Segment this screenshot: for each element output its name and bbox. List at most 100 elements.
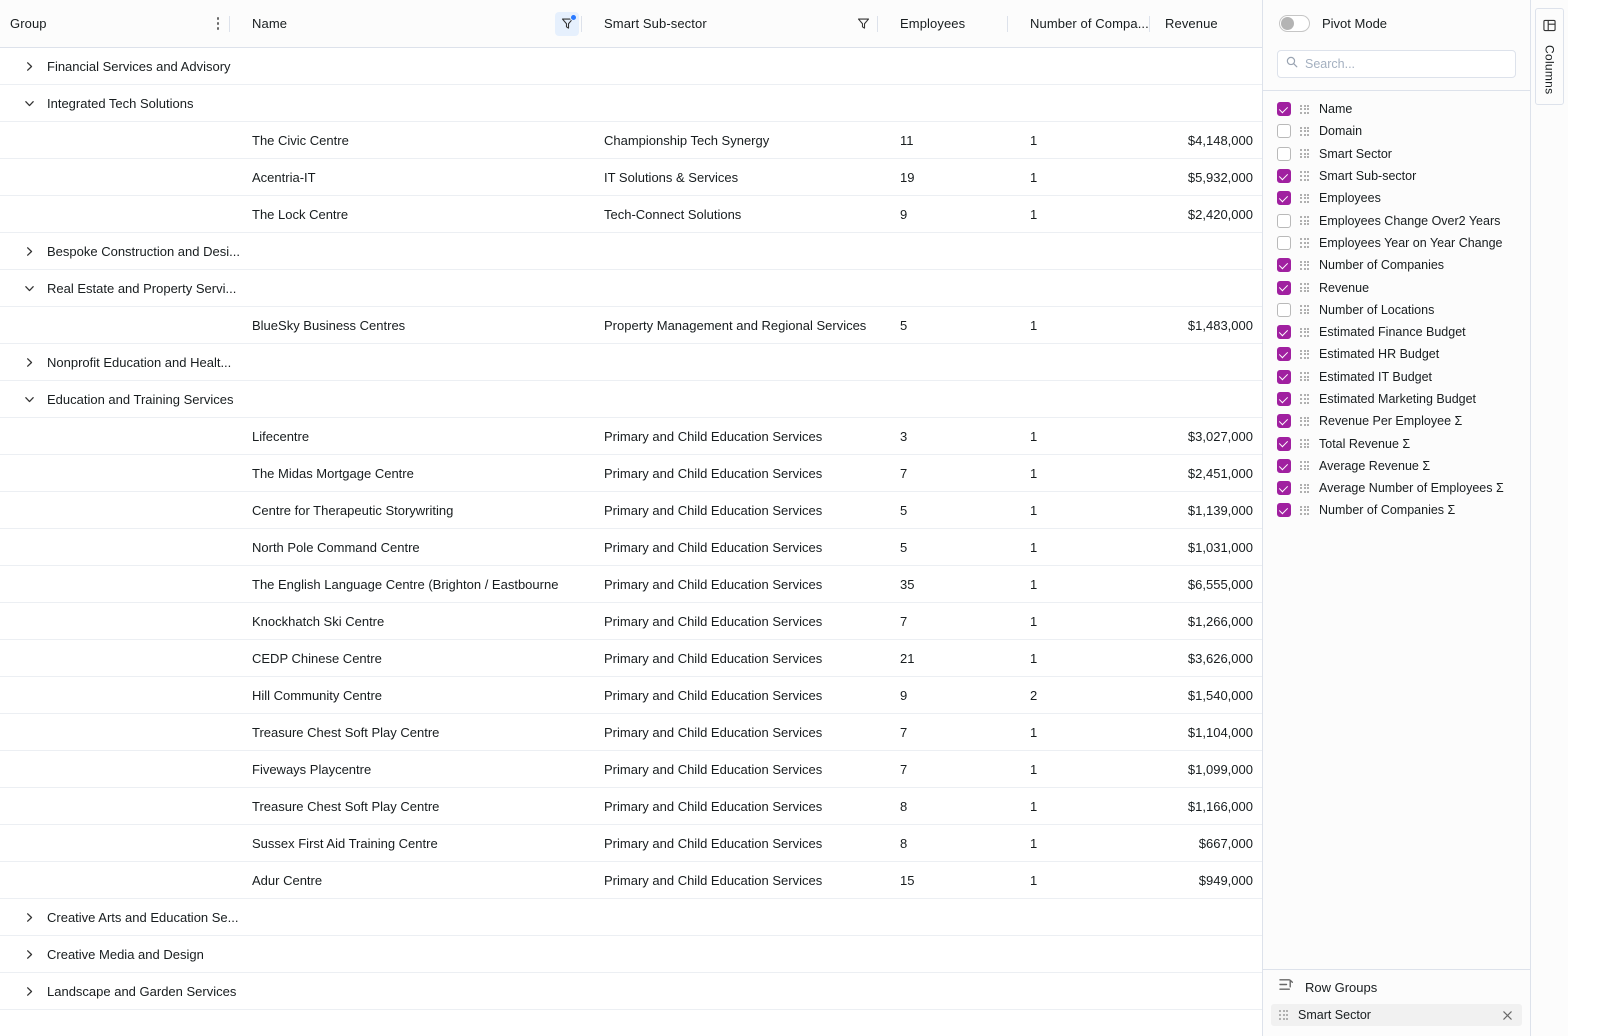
cell-revenue[interactable]: $2,420,000: [1155, 207, 1262, 222]
column-visibility-checkbox[interactable]: [1277, 213, 1291, 228]
column-visibility-checkbox[interactable]: [1277, 458, 1291, 473]
cell-name[interactable]: Adur Centre: [242, 873, 594, 888]
group-row[interactable]: Real Estate and Property Servi...: [0, 270, 1262, 307]
cell-employees[interactable]: 3: [890, 429, 1020, 444]
cell-name[interactable]: BlueSky Business Centres: [242, 318, 594, 333]
column-toggle-item[interactable]: Estimated Finance Budget: [1263, 321, 1530, 343]
group-row[interactable]: Integrated Tech Solutions: [0, 85, 1262, 122]
cell-companies[interactable]: 1: [1020, 133, 1155, 148]
drag-handle-icon[interactable]: [1300, 282, 1310, 293]
table-row[interactable]: Sussex First Aid Training Centre Primary …: [0, 825, 1262, 862]
column-toggle-item[interactable]: Employees Change Over2 Years: [1263, 209, 1530, 231]
cell-name[interactable]: Acentria-IT: [242, 170, 594, 185]
table-row[interactable]: The English Language Centre (Brighton / …: [0, 566, 1262, 603]
column-toggle-item[interactable]: Total Revenue Σ: [1263, 432, 1530, 454]
column-visibility-checkbox[interactable]: [1277, 503, 1291, 518]
column-visibility-checkbox[interactable]: [1277, 191, 1291, 206]
column-toggle-item[interactable]: Estimated HR Budget: [1263, 343, 1530, 365]
cell-employees[interactable]: 7: [890, 725, 1020, 740]
table-row[interactable]: The Midas Mortgage Centre Primary and Chi…: [0, 455, 1262, 492]
pivot-mode-toggle[interactable]: [1279, 14, 1310, 32]
column-visibility-checkbox[interactable]: [1277, 436, 1291, 451]
cell-subsector[interactable]: Primary and Child Education Services: [594, 503, 890, 518]
chevron-down-icon[interactable]: [21, 280, 37, 296]
column-visibility-checkbox[interactable]: [1277, 369, 1291, 384]
grid-body[interactable]: Financial Services and Advisory Integrate…: [0, 48, 1262, 1036]
cell-name[interactable]: CEDP Chinese Centre: [242, 651, 594, 666]
column-visibility-checkbox[interactable]: [1277, 302, 1291, 317]
cell-subsector[interactable]: Tech-Connect Solutions: [594, 207, 890, 222]
cell-revenue[interactable]: $1,139,000: [1155, 503, 1262, 518]
column-toggle-item[interactable]: Employees Year on Year Change: [1263, 232, 1530, 254]
cell-revenue[interactable]: $1,166,000: [1155, 799, 1262, 814]
table-row[interactable]: North Pole Command Centre Primary and Chi…: [0, 529, 1262, 566]
cell-name[interactable]: The English Language Centre (Brighton / …: [242, 577, 594, 592]
column-toggle-item[interactable]: Average Revenue Σ: [1263, 455, 1530, 477]
chevron-down-icon[interactable]: [21, 391, 37, 407]
drag-handle-icon[interactable]: [1300, 104, 1310, 114]
drag-handle-icon[interactable]: [1300, 216, 1310, 226]
cell-companies[interactable]: 1: [1020, 873, 1155, 888]
drag-handle-icon[interactable]: [1300, 505, 1310, 516]
cell-companies[interactable]: 1: [1020, 651, 1155, 666]
cell-employees[interactable]: 7: [890, 466, 1020, 481]
column-visibility-checkbox[interactable]: [1277, 481, 1291, 496]
row-groups-items[interactable]: Smart Sector: [1263, 1004, 1530, 1026]
cell-revenue[interactable]: $6,555,000: [1155, 577, 1262, 592]
column-toggle-item[interactable]: Smart Sub-sector: [1263, 165, 1530, 187]
cell-employees[interactable]: 15: [890, 873, 1020, 888]
group-cell[interactable]: Creative Arts and Education Se...: [0, 909, 242, 925]
drag-handle-icon[interactable]: [1300, 238, 1310, 248]
column-toggle-item[interactable]: Average Number of Employees Σ: [1263, 477, 1530, 499]
drag-handle-icon[interactable]: [1300, 126, 1310, 137]
cell-revenue[interactable]: $3,027,000: [1155, 429, 1262, 444]
cell-name[interactable]: Hill Community Centre: [242, 688, 594, 703]
column-header-group[interactable]: Group: [0, 0, 242, 47]
group-cell[interactable]: Integrated Tech Solutions: [0, 95, 242, 111]
table-row[interactable]: Centre for Therapeutic Storywriting Prima…: [0, 492, 1262, 529]
cell-companies[interactable]: 1: [1020, 577, 1155, 592]
cell-name[interactable]: Sussex First Aid Training Centre: [242, 836, 594, 851]
column-visibility-checkbox[interactable]: [1277, 280, 1291, 295]
column-visibility-checkbox[interactable]: [1277, 414, 1291, 429]
cell-revenue[interactable]: $667,000: [1155, 836, 1262, 851]
filter-icon[interactable]: [555, 11, 579, 36]
cell-employees[interactable]: 9: [890, 688, 1020, 703]
group-row[interactable]: Education and Training Services: [0, 381, 1262, 418]
cell-companies[interactable]: 1: [1020, 429, 1155, 444]
column-visibility-checkbox[interactable]: [1277, 258, 1291, 273]
cell-employees[interactable]: 35: [890, 577, 1020, 592]
cell-subsector[interactable]: Property Management and Regional Service…: [594, 318, 890, 333]
chevron-right-icon[interactable]: [21, 909, 37, 925]
cell-companies[interactable]: 1: [1020, 614, 1155, 629]
cell-subsector[interactable]: Primary and Child Education Services: [594, 466, 890, 481]
chevron-down-icon[interactable]: [21, 95, 37, 111]
cell-name[interactable]: The Lock Centre: [242, 207, 594, 222]
cell-employees[interactable]: 8: [890, 836, 1020, 851]
column-toggle-item[interactable]: Revenue Per Employee Σ: [1263, 410, 1530, 432]
cell-name[interactable]: Treasure Chest Soft Play Centre: [242, 725, 594, 740]
drag-handle-icon[interactable]: [1300, 439, 1310, 449]
table-row[interactable]: Adur Centre Primary and Child Education S…: [0, 862, 1262, 899]
pivot-mode-row[interactable]: Pivot Mode: [1263, 0, 1530, 46]
cell-subsector[interactable]: Primary and Child Education Services: [594, 429, 890, 444]
column-toggle-item[interactable]: Name: [1263, 98, 1530, 120]
column-visibility-checkbox[interactable]: [1277, 102, 1291, 117]
cell-name[interactable]: Treasure Chest Soft Play Centre: [242, 799, 594, 814]
column-toggle-item[interactable]: Number of Companies Σ: [1263, 499, 1530, 521]
row-group-pill[interactable]: Smart Sector: [1271, 1004, 1522, 1026]
table-row[interactable]: Lifecentre Primary and Child Education Se…: [0, 418, 1262, 455]
table-row[interactable]: Acentria-IT IT Solutions & Services 19 1 $5,…: [0, 159, 1262, 196]
cell-employees[interactable]: 8: [890, 799, 1020, 814]
cell-employees[interactable]: 7: [890, 762, 1020, 777]
column-toggle-item[interactable]: Employees: [1263, 187, 1530, 209]
filter-icon[interactable]: [851, 12, 875, 36]
cell-companies[interactable]: 1: [1020, 799, 1155, 814]
chevron-right-icon[interactable]: [21, 354, 37, 370]
cell-subsector[interactable]: Primary and Child Education Services: [594, 799, 890, 814]
drag-handle-icon[interactable]: [1300, 349, 1310, 359]
cell-companies[interactable]: 1: [1020, 466, 1155, 481]
tab-columns[interactable]: Columns: [1535, 8, 1564, 106]
chevron-right-icon[interactable]: [21, 243, 37, 259]
search-input[interactable]: [1305, 57, 1507, 71]
